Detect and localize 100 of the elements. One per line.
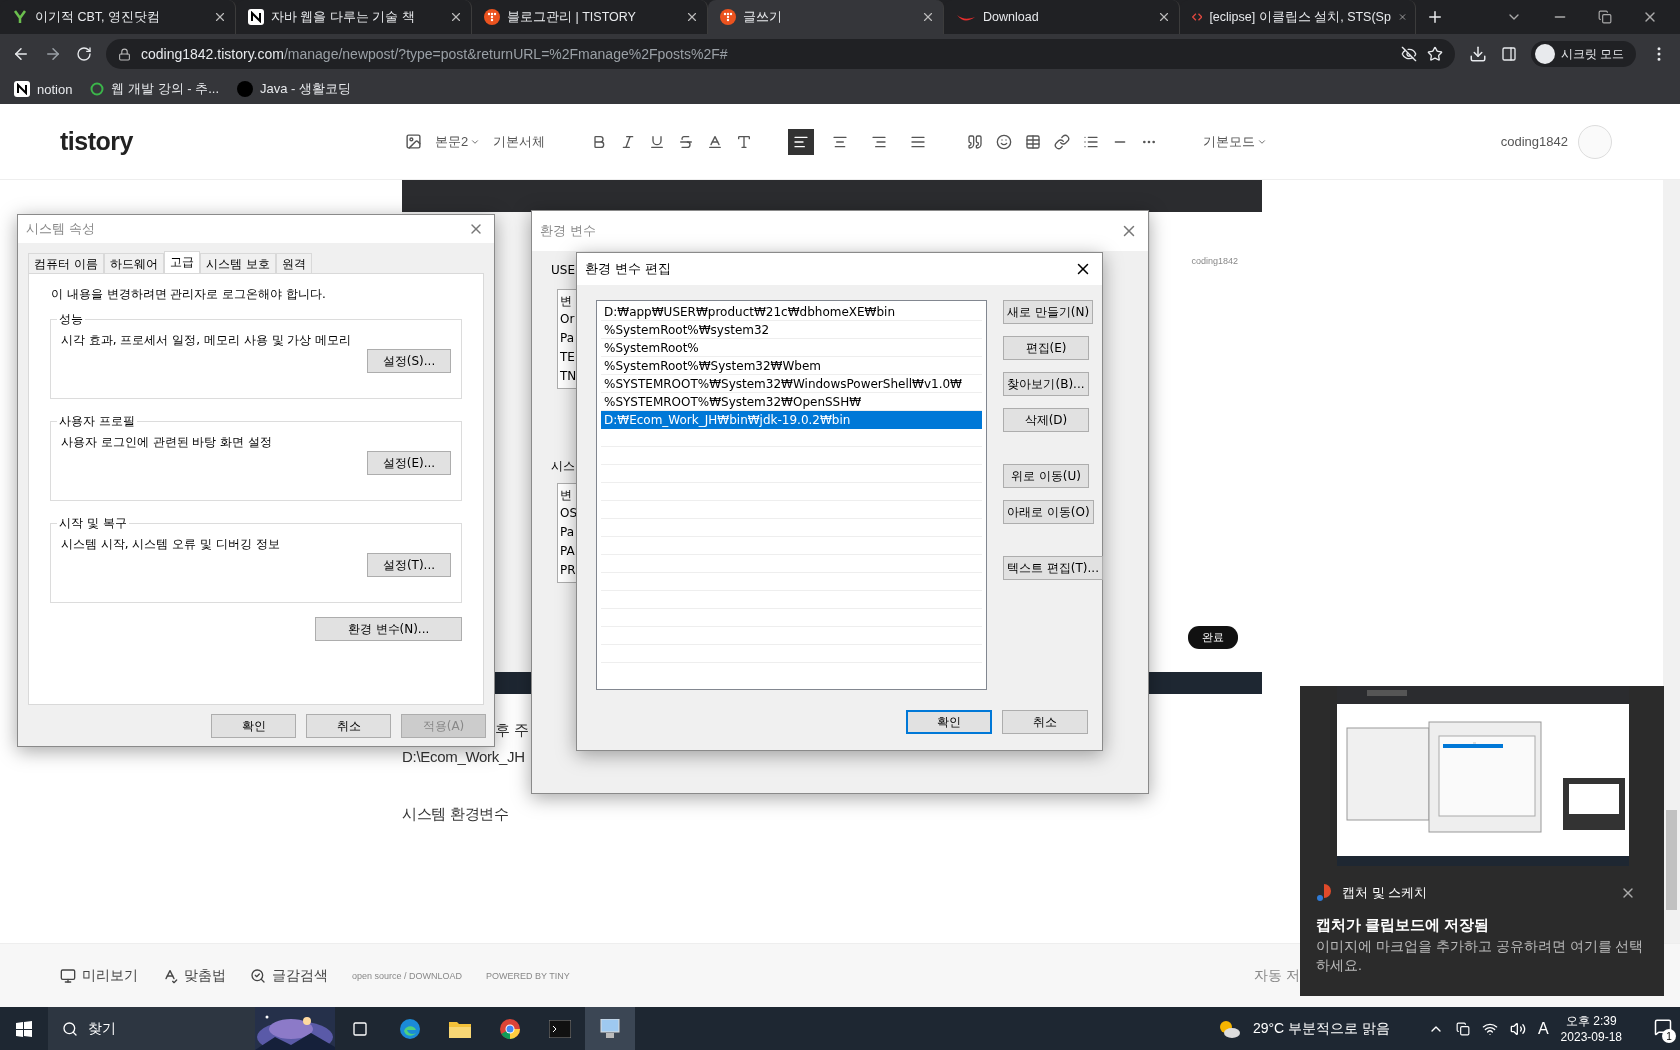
settings-button[interactable]: 설정(T)... <box>367 553 451 577</box>
link-icon[interactable] <box>1054 133 1071 150</box>
dialog-tab[interactable]: 고급 <box>163 251 200 273</box>
address-bar[interactable]: coding1842.tistory.com/manage/newpost/?type=post&returnURL=%2Fmanage%2Fposts%2F# <box>106 39 1455 69</box>
back-icon[interactable] <box>12 45 30 63</box>
credit-text[interactable]: open source / DOWNLOAD <box>352 970 463 981</box>
action-button[interactable]: 위로 이동(U) <box>1003 464 1089 488</box>
path-item[interactable]: %SystemRoot% <box>601 339 982 357</box>
dialog-tab[interactable]: 하드웨어 <box>103 253 164 273</box>
mode-dropdown[interactable]: 기본모드 <box>1203 132 1268 151</box>
dialog-tab[interactable]: 시스템 보호 <box>199 253 276 273</box>
close-icon[interactable] <box>213 10 227 24</box>
restore-icon[interactable] <box>1598 10 1612 24</box>
dialog-button[interactable]: 취소 <box>306 714 391 738</box>
new-tab-icon[interactable] <box>1426 8 1444 26</box>
dialog-button[interactable]: 확인 <box>211 714 296 738</box>
environment-variables-button[interactable]: 환경 변수(N)... <box>315 617 462 641</box>
dialog-tab[interactable]: 컴퓨터 이름 <box>28 253 104 273</box>
variable-text: TN <box>560 369 577 383</box>
action-button[interactable]: 아래로 이동(O) <box>1003 500 1094 524</box>
system-app-icon[interactable] <box>585 1007 635 1050</box>
variable-text: Pa <box>560 331 575 345</box>
window-title: 시스템 속성 <box>26 220 96 238</box>
close-icon[interactable] <box>685 10 699 24</box>
forward-icon[interactable] <box>44 45 62 63</box>
autosave-text: 자동 저 <box>1254 966 1300 985</box>
input-method[interactable]: A <box>1537 1019 1549 1038</box>
notification-body: 이미지에 마크업을 추가하고 공유하려면 여기를 선택하세요. <box>1315 937 1645 975</box>
search-icon <box>62 1020 78 1037</box>
notion-icon <box>14 81 30 97</box>
bookmark-star-icon[interactable] <box>1426 46 1443 62</box>
close-icon[interactable] <box>921 10 935 24</box>
variable-text: TE <box>560 350 575 364</box>
circle-icon <box>237 81 254 97</box>
path-list[interactable] <box>596 300 987 690</box>
side-panel-icon[interactable] <box>1500 46 1517 62</box>
path-item[interactable]: %SYSTEMROOT%₩System32₩WindowsPowerShell₩v1.0₩ <box>601 375 982 393</box>
reload-icon[interactable] <box>76 46 92 62</box>
text-background-icon[interactable] <box>736 133 753 150</box>
app-name: 캡처 및 스케치 <box>1342 884 1429 902</box>
tistory-logo[interactable]: tistory <box>60 127 405 156</box>
align-left-icon[interactable] <box>788 128 815 155</box>
window-title: 환경 변수 편집 <box>585 260 672 278</box>
path-item[interactable]: %SystemRoot%₩system32 <box>601 321 982 339</box>
path-item[interactable]: D:₩app₩USER₩product₩21c₩dbhomeXE₩bin <box>601 303 982 321</box>
action-button[interactable]: 찾아보기(B)... <box>1003 372 1089 396</box>
eye-off-icon[interactable] <box>1400 46 1417 62</box>
code-icon <box>1192 10 1203 24</box>
paragraph-dropdown[interactable]: 본문2 <box>435 132 481 151</box>
action-button[interactable]: 삭제(D) <box>1003 408 1089 432</box>
volume-icon[interactable] <box>1509 1020 1526 1037</box>
clock[interactable]: 오후 2:39 2023-09-18 <box>1560 1012 1622 1045</box>
tistory-icon <box>720 9 736 25</box>
settings-button[interactable]: 설정(S)... <box>367 349 451 373</box>
search-icon <box>250 967 266 984</box>
action-button[interactable]: 새로 만들기(N) <box>1003 300 1094 324</box>
variable-text: OS <box>560 506 578 520</box>
group-description: 시각 효과, 프로세서 일정, 메모리 사용 및 가상 메모리 <box>61 332 353 349</box>
table-icon[interactable] <box>1025 133 1042 150</box>
underline-icon[interactable] <box>649 133 666 150</box>
bookmark[interactable]: notion <box>14 81 73 97</box>
leaf-icon <box>90 82 105 96</box>
quote-icon[interactable] <box>967 133 984 150</box>
credit-text: POWERED BY TINY <box>486 970 570 981</box>
device-icon[interactable] <box>1455 1021 1470 1036</box>
url-text: coding1842.tistory.com/manage/newpost/?type=post&returnURL=%2Fmanage%2Fposts%2F# <box>141 46 728 62</box>
group-title: 시작 및 복구 <box>58 515 128 532</box>
variable-text: 변 <box>560 293 572 310</box>
download-icon[interactable] <box>1468 45 1487 63</box>
close-icon[interactable] <box>1157 10 1171 24</box>
emoji-icon[interactable] <box>996 133 1013 150</box>
bookmark[interactable]: Java - 생활코딩 <box>237 80 352 98</box>
notification-title: 캡처가 클립보드에 저장됨 <box>1315 915 1491 935</box>
strikethrough-icon[interactable] <box>678 133 695 150</box>
group-title: 성능 <box>58 311 84 328</box>
close-icon[interactable] <box>449 10 463 24</box>
scrollbar[interactable] <box>1663 180 1680 943</box>
path-item[interactable]: %SystemRoot%₩System32₩Wbem <box>601 357 982 375</box>
incognito-profile[interactable]: 시크릿 모드 <box>1530 41 1636 67</box>
action-button[interactable]: 텍스트 편집(T)... <box>1003 556 1103 580</box>
bookmark[interactable]: 웹 개발 강의 - 추... <box>90 80 220 98</box>
snip-icon <box>1316 884 1332 902</box>
image-icon[interactable] <box>405 133 422 150</box>
weather-text[interactable]: 29°C 부분적으로 맑음 <box>1252 1019 1390 1038</box>
footer-button[interactable]: 미리보기 <box>60 966 138 985</box>
notification-toast[interactable]: 캡처 및 스케치 캡처가 클립보드에 저장됨 이미지에 마크업을 추가하고 공유하려면 여기를 선택하세요. <box>1300 686 1664 996</box>
footer-button[interactable]: 맞춤법 <box>162 966 226 985</box>
group-title: 시스 <box>551 458 575 475</box>
dialog-tab[interactable]: 원격 <box>275 253 312 273</box>
dialog-button[interactable]: 취소 <box>1002 710 1088 734</box>
settings-button[interactable]: 설정(E)... <box>367 451 451 475</box>
text-color-icon[interactable] <box>707 133 724 150</box>
browser-tab[interactable]: 글쓰기 <box>708 0 944 34</box>
search-field[interactable]: 찾기 <box>48 1007 335 1050</box>
footer-button[interactable]: 글감검색 <box>250 966 328 985</box>
action-button[interactable]: 편집(E) <box>1003 336 1089 360</box>
dialog-button[interactable]: 확인 <box>906 710 992 734</box>
notion-icon <box>248 9 264 25</box>
path-item[interactable]: D:₩Ecom_Work_JH₩bin₩jdk-19.0.2₩bin <box>601 411 982 429</box>
font-dropdown[interactable]: 기본서체 <box>493 132 546 151</box>
